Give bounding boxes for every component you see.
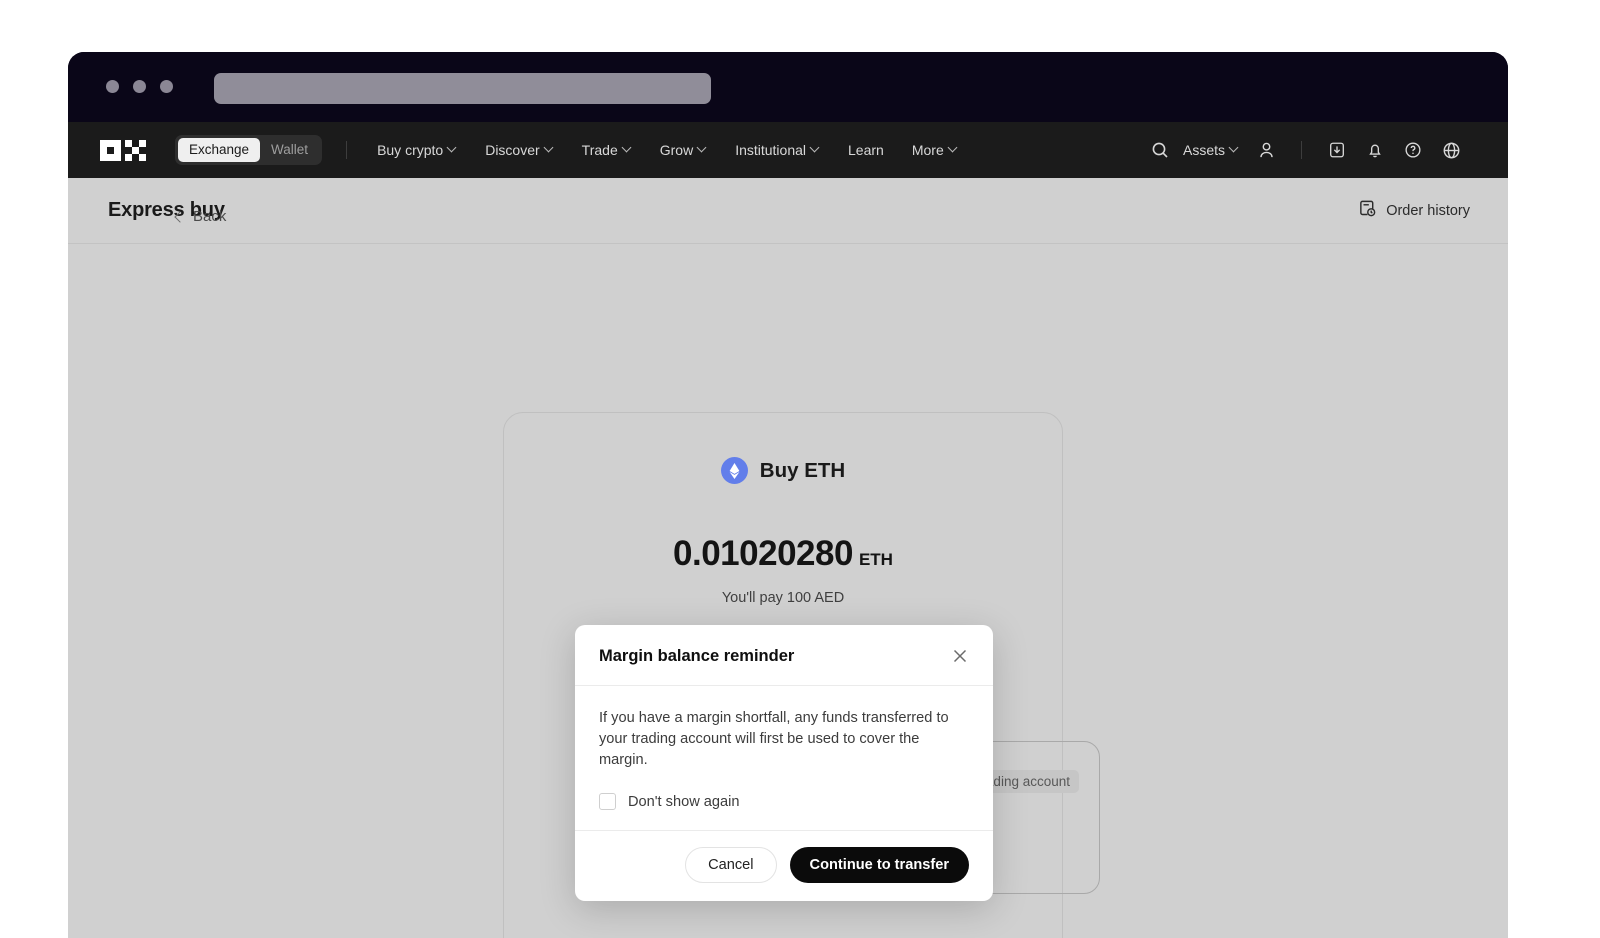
order-history-icon — [1358, 199, 1377, 222]
page-header: Express buy Order history — [68, 178, 1508, 244]
nav-item-assets[interactable]: Assets — [1179, 142, 1247, 158]
amount-value: 0.01020280 — [673, 534, 853, 573]
nav-item-label: Buy crypto — [377, 142, 444, 158]
pay-note: You'll pay 100 AED — [721, 590, 845, 606]
nav-item-label: Institutional — [735, 142, 807, 158]
nav-item-more[interactable]: More — [898, 142, 972, 158]
nav-divider — [346, 141, 348, 159]
chevron-down-icon — [811, 144, 820, 153]
back-label: Back — [193, 208, 227, 225]
chevron-down-icon — [698, 144, 707, 153]
nav-divider-right — [1301, 141, 1302, 159]
exchange-wallet-switch[interactable]: Exchange Wallet — [175, 135, 323, 165]
nav-item-learn[interactable]: Learn — [834, 142, 898, 158]
nav-item-label: More — [911, 142, 944, 158]
close-window-dot[interactable] — [106, 80, 119, 93]
modal-footer: Cancel Continue to transfer — [575, 830, 993, 901]
screenshot-root: Exchange Wallet Buy crypto Discover Trad… — [0, 0, 1600, 938]
amount-unit: ETH — [858, 550, 893, 569]
amount-display: 0.01020280 ETH — [504, 534, 1062, 574]
chevron-left-icon — [174, 210, 186, 223]
address-bar[interactable] — [214, 73, 711, 104]
dont-show-again-row[interactable]: Don't show again — [599, 793, 969, 811]
minimize-window-dot[interactable] — [133, 80, 146, 93]
margin-reminder-modal: Margin balance reminder If you have a ma… — [575, 625, 993, 902]
buy-card-title: Buy ETH — [759, 458, 846, 482]
nav-item-buy-crypto[interactable]: Buy crypto — [363, 142, 471, 158]
modal-message: If you have a margin shortfall, any fund… — [599, 710, 949, 769]
browser-window: Exchange Wallet Buy crypto Discover Trad… — [68, 52, 1508, 938]
nav-item-grow[interactable]: Grow — [646, 142, 721, 158]
browser-chrome — [68, 52, 1508, 122]
chevron-down-icon — [448, 144, 457, 153]
order-history-button[interactable]: Order history — [1358, 199, 1470, 222]
globe-icon[interactable] — [1432, 131, 1470, 169]
modal-title: Margin balance reminder — [599, 646, 795, 665]
segment-wallet[interactable]: Wallet — [260, 138, 319, 162]
window-controls[interactable] — [106, 80, 173, 93]
chevron-down-icon — [1230, 144, 1239, 153]
nav-item-label: Learn — [848, 142, 884, 158]
search-icon[interactable] — [1141, 131, 1179, 169]
nav-right-actions: Assets — [1141, 131, 1470, 169]
site-navbar: Exchange Wallet Buy crypto Discover Trad… — [68, 122, 1508, 178]
download-icon[interactable] — [1318, 131, 1356, 169]
page-content: Express buy Order history Back Buy ETH 0… — [68, 178, 1508, 938]
dont-show-again-checkbox[interactable] — [599, 793, 616, 811]
nav-item-trade[interactable]: Trade — [568, 142, 646, 158]
buy-card-heading: Buy ETH — [504, 457, 1062, 484]
back-button[interactable]: Back — [174, 208, 227, 225]
chevron-down-icon — [623, 144, 632, 153]
user-icon[interactable] — [1247, 131, 1285, 169]
modal-header: Margin balance reminder — [575, 625, 993, 686]
help-icon[interactable] — [1394, 131, 1432, 169]
nav-item-label: Discover — [485, 142, 540, 158]
nav-item-discover[interactable]: Discover — [471, 142, 567, 158]
maximize-window-dot[interactable] — [160, 80, 173, 93]
dont-show-again-label: Don't show again — [628, 793, 740, 810]
segment-exchange[interactable]: Exchange — [178, 138, 261, 162]
okx-logo-icon[interactable] — [100, 139, 153, 161]
chevron-down-icon — [545, 144, 554, 153]
continue-to-transfer-button[interactable]: Continue to transfer — [789, 847, 969, 884]
nav-item-institutional[interactable]: Institutional — [721, 142, 834, 158]
modal-body: If you have a margin shortfall, any fund… — [575, 686, 993, 830]
bell-icon[interactable] — [1356, 131, 1394, 169]
assets-label: Assets — [1182, 142, 1225, 158]
nav-item-label: Trade — [581, 142, 618, 158]
close-icon[interactable] — [949, 645, 971, 667]
chevron-down-icon — [949, 144, 958, 153]
order-history-label: Order history — [1386, 202, 1470, 219]
nav-links: Buy crypto Discover Trade Grow Instituti… — [363, 142, 972, 158]
eth-icon — [720, 457, 748, 484]
nav-item-label: Grow — [659, 142, 694, 158]
cancel-button[interactable]: Cancel — [685, 847, 777, 884]
